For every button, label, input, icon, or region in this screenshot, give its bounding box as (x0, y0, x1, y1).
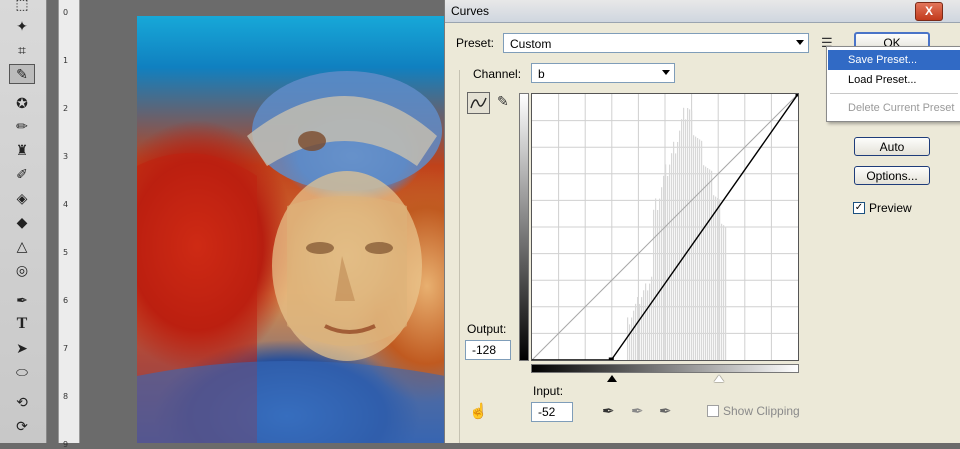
tools-panel: ⬚ ✦ ⌗ ✎ ✪ ✏ ♜ ✐ ◈ ◆ △ ◎ ✒ T ➤ ⬭ ⟲ ⟳ (0, 0, 47, 443)
eyedropper-icon[interactable]: ✎ (9, 64, 35, 84)
curves-graph-svg (532, 94, 798, 360)
ruler-tick-label: 0 (63, 8, 69, 17)
input-gradient-bar (531, 364, 799, 373)
3d-rotate-icon[interactable]: ⟲ (9, 392, 35, 412)
auto-button[interactable]: Auto (854, 137, 930, 156)
ruler-tick-label: 8 (63, 392, 69, 401)
healing-brush-icon[interactable]: ✪ (9, 93, 35, 113)
brush-icon[interactable]: ✏ (9, 116, 35, 136)
clone-stamp-icon[interactable]: ♜ (9, 140, 35, 160)
curve-control-point[interactable] (608, 357, 614, 361)
input-field[interactable]: -52 (531, 402, 573, 422)
ruler-tick-label: 5 (63, 248, 69, 257)
white-eyedropper-icon[interactable]: ✒ (659, 402, 672, 420)
dialog-title: Curves (451, 4, 490, 18)
channel-dropdown[interactable]: b (531, 63, 675, 83)
ruler-tick-label: 1 (63, 56, 69, 65)
preset-label: Preset: (456, 36, 495, 50)
output-label: Output: (467, 322, 507, 336)
shape-icon[interactable]: ⬭ (9, 362, 35, 382)
show-clipping-checkbox[interactable] (707, 405, 719, 417)
histogram (627, 107, 727, 360)
eraser-icon[interactable]: ◈ (9, 188, 35, 208)
chevron-down-icon (796, 40, 804, 45)
curve-tool-icon (470, 97, 487, 109)
check-icon: ✓ (854, 202, 864, 213)
menu-separator (830, 93, 958, 94)
preview-checkbox[interactable]: ✓ (853, 202, 865, 214)
menu-item-save-preset[interactable]: Save Preset... (828, 50, 960, 70)
chevron-down-icon (662, 70, 670, 75)
crop-icon[interactable]: ⌗ (9, 40, 35, 60)
preset-value: Custom (510, 37, 552, 51)
magic-wand-icon[interactable]: ✦ (9, 16, 35, 36)
statue-illustration (137, 71, 445, 443)
group-border (459, 70, 462, 443)
gray-eyedropper-icon[interactable]: ✒ (631, 402, 644, 420)
channel-value: b (538, 67, 545, 81)
show-clipping-label: Show Clipping (723, 404, 800, 418)
ruler-tick-label: 9 (63, 440, 69, 449)
output-field[interactable]: -128 (465, 340, 511, 360)
pen-icon[interactable]: ✒ (9, 290, 35, 310)
ruler-tick-label: 4 (63, 200, 69, 209)
black-eyedropper-icon[interactable]: ✒ (602, 402, 615, 420)
preset-dropdown[interactable]: Custom (503, 33, 809, 53)
preset-options-menu: Save Preset... Load Preset... Delete Cur… (826, 46, 960, 122)
white-point-slider[interactable] (714, 375, 724, 382)
curve-control-point[interactable] (795, 94, 799, 97)
curve-point-tool[interactable] (467, 92, 490, 114)
dialog-titlebar[interactable]: Curves X (445, 0, 960, 23)
ruler-tick-label: 6 (63, 296, 69, 305)
3d-orbit-icon[interactable]: ⟳ (9, 416, 35, 436)
ruler-tick-label: 7 (63, 344, 69, 353)
input-label: Input: (533, 384, 564, 398)
path-select-icon[interactable]: ➤ (9, 338, 35, 358)
black-point-slider[interactable] (607, 375, 617, 382)
type-icon[interactable]: T (9, 314, 35, 334)
ruler-tick-label: 2 (63, 104, 69, 113)
history-brush-icon[interactable]: ✐ (9, 164, 35, 184)
dodge-icon[interactable]: ◎ (9, 260, 35, 280)
vertical-ruler: 0 1 2 3 4 5 6 7 8 9 (58, 0, 80, 449)
close-button[interactable]: X (915, 2, 943, 21)
on-image-adjust-icon[interactable]: ☝ (469, 402, 488, 420)
blur-icon[interactable]: △ (9, 236, 35, 256)
menu-item-delete-current-preset[interactable]: Delete Current Preset (828, 98, 960, 118)
preview-label: Preview (869, 201, 912, 215)
document-canvas-image (137, 16, 445, 443)
options-button[interactable]: Options... (854, 166, 930, 185)
marquee-icon[interactable]: ⬚ (9, 0, 35, 14)
channel-label: Channel: (473, 67, 522, 81)
pencil-icon[interactable]: ✎ (497, 93, 509, 110)
menu-item-load-preset[interactable]: Load Preset... (828, 70, 960, 90)
ruler-tick-label: 3 (63, 152, 69, 161)
output-gradient-bar (519, 93, 529, 361)
paint-bucket-icon[interactable]: ◆ (9, 212, 35, 232)
curves-graph[interactable] (531, 93, 799, 361)
